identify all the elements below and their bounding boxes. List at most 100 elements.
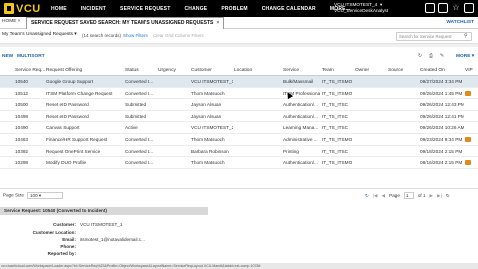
- chat-icon[interactable]: [464, 3, 474, 13]
- cell-team: IT_TS_ITSC: [322, 113, 349, 119]
- cell-customer: VCU ITSMOTEST_1: [191, 79, 233, 84]
- top-icons: ☆: [422, 3, 474, 13]
- star-icon[interactable]: ☆: [451, 3, 461, 13]
- table-row[interactable]: 10392 Request OnePrint Service Converted t…: [0, 145, 478, 158]
- col-header-urgency[interactable]: Urgency: [158, 68, 176, 73]
- cell-service-req: 10298: [15, 160, 29, 166]
- tab-service-request-search[interactable]: SERVICE REQUEST SAVED SEARCH: MY TEAM'S …: [26, 17, 225, 29]
- col-header-service-req[interactable]: Service Req...: [15, 68, 45, 73]
- edit-icon[interactable]: ✎: [438, 53, 446, 60]
- col-header-vip[interactable]: VIP: [465, 68, 473, 73]
- cell-status: Converted t...: [125, 148, 154, 154]
- cell-request-offering: Reset eID Password: [46, 102, 89, 108]
- show-filters-link[interactable]: Show Filters: [123, 33, 148, 38]
- saved-search-select[interactable]: My Team's Unassigned Requests ▾: [2, 32, 77, 37]
- cell-created-on: 09/27/2024 3:34 PM: [420, 79, 463, 84]
- cell-team: IT_TS_ITSC: [322, 125, 349, 131]
- cell-customer: Jayson Alsuan: [191, 102, 222, 108]
- col-header-request-offering[interactable]: Request Offering: [46, 68, 82, 73]
- cell-customer: Jayson Alsuan: [191, 113, 222, 119]
- nav-change-calendar[interactable]: CHANGE CALENDAR: [255, 6, 323, 12]
- filter-row: My Team's Unassigned Requests ▾ (14 sear…: [0, 31, 478, 42]
- list-icon[interactable]: [438, 3, 448, 13]
- page-number-input[interactable]: 1: [403, 192, 414, 199]
- col-header-team[interactable]: Team: [322, 68, 334, 73]
- last-page-icon[interactable]: ▶|: [437, 193, 442, 199]
- table-row[interactable]: 10498 Reset eID Password Submitted Jayson A…: [0, 110, 478, 123]
- cell-created-on: 09/26/2024 1:45 PM: [420, 90, 463, 96]
- multisort-button[interactable]: MULTISORT: [17, 54, 45, 59]
- search-input[interactable]: Search for Service Request ⚲: [396, 32, 472, 41]
- grid-body: 10540 Google Group Support Converted t... V…: [0, 76, 478, 169]
- chevron-down-icon: ▾: [74, 32, 77, 37]
- page-size-value: 100: [29, 193, 38, 198]
- cell-team: IT_TS_ITSC: [322, 148, 349, 154]
- table-row[interactable]: 10490 Canvas Support Active VCU ITSMOTEST_2…: [0, 122, 478, 134]
- refresh-icon[interactable]: ↻: [365, 193, 369, 199]
- cell-request-offering: Modify DUO Profile: [46, 160, 87, 166]
- top-nav-bar: VCU HOME INCIDENT SERVICE REQUEST CHANGE…: [0, 0, 478, 17]
- page-navigation: ↻ |◀ ◀ Page 1 of 1 ▶ ▶| ↻: [365, 192, 454, 199]
- nav-home[interactable]: HOME: [44, 6, 74, 12]
- col-header-source[interactable]: Source: [388, 68, 403, 73]
- tab-home[interactable]: HOME ×: [2, 19, 21, 24]
- reported-by-label: Reported by:: [47, 251, 76, 256]
- next-page-icon[interactable]: ▶: [430, 193, 434, 199]
- cell-service: Administrative ...: [283, 136, 318, 142]
- refresh-icon[interactable]: ↻: [416, 53, 424, 60]
- table-row[interactable]: 10298 Modify DUO Profile Converted t... Tho…: [0, 157, 478, 169]
- print-icon[interactable]: ⎙: [427, 53, 435, 60]
- logo-text: VCU: [16, 2, 41, 15]
- help-icon[interactable]: [425, 3, 435, 13]
- cell-service: Authentication/...: [283, 113, 318, 119]
- new-button[interactable]: NEW: [2, 54, 13, 59]
- page-of-label: of 1: [417, 193, 426, 198]
- cell-team: IT_TS_ITSMO: [322, 136, 353, 142]
- table-row[interactable]: 10540 Google Group Support Converted t... V…: [0, 76, 478, 88]
- table-row[interactable]: 10512 ITSM Platform Change Request Convert…: [0, 87, 478, 100]
- cell-status: Converted t...: [125, 136, 154, 142]
- cell-request-offering: Google Group Support: [46, 79, 94, 84]
- logo-badge-icon: [4, 3, 14, 14]
- cell-service: Learning Mana...: [283, 125, 319, 131]
- nav-incident[interactable]: INCIDENT: [74, 6, 113, 12]
- cell-customer: Thom Matsuoch: [191, 90, 225, 96]
- table-row[interactable]: 10463 Finance/HR Support Request Converted…: [0, 133, 478, 146]
- cell-status: Converted t...: [125, 79, 154, 84]
- nav-service-request[interactable]: SERVICE REQUEST: [113, 6, 177, 12]
- refresh-grid-icon[interactable]: ↻: [446, 193, 450, 199]
- col-header-service[interactable]: Service: [283, 68, 299, 73]
- nav-change[interactable]: CHANGE: [177, 6, 214, 12]
- tab-sr-label: SERVICE REQUEST SAVED SEARCH: MY TEAM'S …: [31, 20, 214, 26]
- user-role: VCU_ServiceDeskAnalyst: [334, 8, 389, 13]
- tab-bar: HOME × SERVICE REQUEST SAVED SEARCH: MY …: [0, 17, 478, 29]
- location-label: Customer Location:: [32, 230, 76, 235]
- cell-status: Submitted: [125, 113, 147, 119]
- saved-search-value: My Team's Unassigned Requests: [2, 32, 73, 37]
- clear-filters-link[interactable]: Clear Grid Column Filters: [153, 33, 204, 38]
- table-row[interactable]: 10500 Reset eID Password Submitted Jayson A…: [0, 99, 478, 111]
- search-icon[interactable]: ⚲: [464, 33, 470, 40]
- col-header-customer[interactable]: Customer: [191, 68, 212, 73]
- cell-created-on: 09/26/2024 12:41 PM: [420, 113, 464, 119]
- cell-customer: VCU ITSMOTEST_2: [191, 125, 233, 131]
- cell-request-offering: Finance/HR Support Request: [46, 136, 108, 142]
- col-header-status[interactable]: Status: [125, 68, 139, 73]
- user-menu[interactable]: VCU ITSMOTEST_4 VCU_ServiceDeskAnalyst ▾: [334, 2, 408, 15]
- more-button[interactable]: MORE ▾: [456, 54, 474, 59]
- col-header-location[interactable]: Location: [234, 68, 252, 73]
- nav-problem[interactable]: PROBLEM: [214, 6, 254, 12]
- watchlist-link[interactable]: WATCHLIST: [446, 20, 474, 25]
- col-header-owner[interactable]: Owner: [355, 68, 369, 73]
- cell-service-req: 10540: [15, 79, 29, 84]
- close-icon[interactable]: ×: [18, 19, 21, 24]
- cell-service-req: 10512: [15, 90, 29, 96]
- cell-status: Converted t...: [125, 90, 154, 96]
- prev-page-icon[interactable]: ◀: [382, 193, 386, 199]
- vcu-logo[interactable]: VCU: [0, 0, 44, 17]
- col-header-created-on[interactable]: Created On: [420, 68, 445, 73]
- page-size-select[interactable]: 100 ▾: [26, 192, 63, 199]
- cell-customer: Barbara Robinson: [191, 148, 229, 154]
- first-page-icon[interactable]: |◀: [373, 193, 378, 199]
- close-icon[interactable]: ×: [216, 20, 219, 26]
